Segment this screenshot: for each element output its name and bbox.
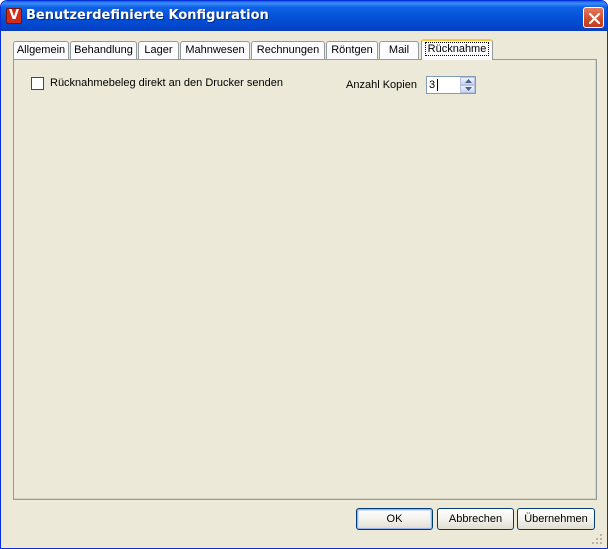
- tab-label: Behandlung: [74, 44, 133, 56]
- tab-ruecknahme[interactable]: Rücknahme: [421, 39, 493, 60]
- copies-input[interactable]: [428, 78, 460, 92]
- arrow-down-icon: [465, 87, 472, 91]
- tab-mail[interactable]: Mail: [379, 41, 419, 60]
- print-receipt-label[interactable]: Rücknahmebeleg direkt an den Drucker sen…: [50, 77, 283, 90]
- resize-grip-icon[interactable]: [591, 533, 603, 545]
- app-logo-icon: V: [6, 8, 22, 24]
- tab-label: Allgemein: [16, 44, 66, 56]
- copies-spinner[interactable]: [426, 76, 476, 94]
- tab-lager[interactable]: Lager: [138, 41, 179, 60]
- tab-label: Mahnwesen: [185, 44, 245, 56]
- tab-roentgen[interactable]: Röntgen: [326, 41, 378, 60]
- copies-label: Anzahl Kopien: [346, 79, 417, 91]
- tab-panel: [13, 59, 597, 500]
- cancel-button[interactable]: Abbrechen: [437, 508, 514, 530]
- title-bar[interactable]: V Benutzerdefinierte Konfiguration: [1, 1, 607, 31]
- close-button[interactable]: [583, 7, 604, 28]
- tab-rechnungen[interactable]: Rechnungen: [251, 41, 325, 60]
- tab-mahnwesen[interactable]: Mahnwesen: [180, 41, 250, 60]
- tab-allgemein[interactable]: Allgemein: [13, 41, 69, 60]
- tab-label: Rücknahme: [424, 42, 490, 56]
- close-icon: [588, 12, 601, 25]
- text-caret: [437, 79, 438, 91]
- arrow-up-icon: [465, 79, 472, 83]
- tab-label: Röntgen: [331, 44, 373, 56]
- apply-button[interactable]: Übernehmen: [517, 508, 595, 530]
- tab-label: Rechnungen: [256, 44, 320, 56]
- ok-button[interactable]: OK: [356, 508, 433, 530]
- dialog-window: V Benutzerdefinierte Konfiguration Allge…: [0, 0, 608, 549]
- print-receipt-checkbox[interactable]: [31, 77, 44, 90]
- tab-label: Lager: [144, 44, 173, 56]
- spin-down-button[interactable]: [460, 85, 475, 93]
- window-title: Benutzerdefinierte Konfiguration: [26, 8, 269, 23]
- tab-label: Mail: [388, 44, 410, 56]
- tab-behandlung[interactable]: Behandlung: [70, 41, 137, 60]
- spin-up-button[interactable]: [460, 77, 475, 85]
